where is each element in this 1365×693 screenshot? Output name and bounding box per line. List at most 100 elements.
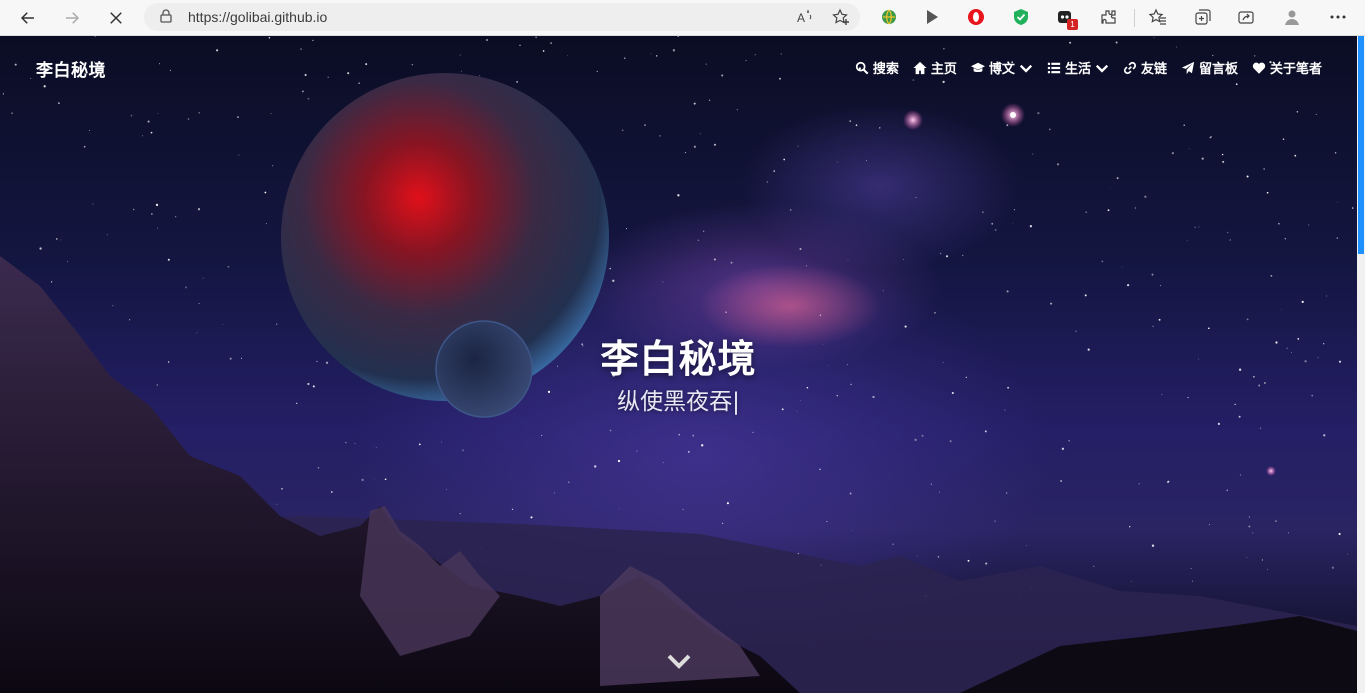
star — [1296, 110, 1299, 113]
extension-shield-icon — [1014, 9, 1028, 25]
star — [1222, 160, 1225, 163]
star — [708, 99, 711, 101]
site-title[interactable]: 李白秘境 — [36, 56, 106, 81]
share-button[interactable] — [1236, 7, 1256, 27]
nav-search[interactable]: 搜索 — [855, 58, 899, 77]
star — [1013, 209, 1015, 211]
page-scrollbar-thumb[interactable] — [1358, 36, 1364, 254]
star — [684, 152, 686, 154]
star — [58, 102, 60, 104]
main-nav: 搜索 主页 博文 生活 友链 留言板 关于笔者 — [855, 58, 1322, 77]
star — [636, 450, 638, 452]
extension-shield-button[interactable] — [1011, 7, 1031, 27]
star — [60, 239, 62, 241]
star — [851, 529, 853, 531]
star — [819, 468, 821, 471]
star — [721, 74, 724, 77]
star — [133, 208, 135, 211]
star — [1254, 55, 1256, 57]
star — [594, 465, 597, 468]
star — [705, 63, 707, 65]
share-icon — [1238, 11, 1254, 24]
star — [1226, 489, 1228, 491]
star — [984, 430, 987, 433]
star — [92, 203, 94, 205]
star — [411, 63, 414, 66]
star — [1191, 580, 1193, 582]
nav-home[interactable]: 主页 — [913, 58, 957, 77]
star — [799, 247, 802, 251]
star — [1085, 211, 1088, 214]
star — [462, 449, 464, 452]
star — [1138, 483, 1140, 485]
star — [330, 491, 333, 493]
more-icon — [1330, 15, 1346, 19]
address-bar[interactable]: https://golibai.github.io A — [144, 3, 860, 31]
star — [50, 281, 53, 283]
star — [535, 36, 537, 39]
star — [1032, 153, 1034, 155]
star — [736, 109, 738, 111]
star — [221, 324, 223, 325]
star — [682, 508, 684, 510]
star — [650, 53, 652, 55]
star — [169, 69, 171, 72]
star — [1266, 191, 1269, 194]
star — [1069, 41, 1072, 44]
favorites-icon — [1149, 8, 1166, 25]
star — [1107, 209, 1110, 212]
extension-play-button[interactable] — [922, 7, 942, 27]
star — [1190, 567, 1192, 570]
forward-button[interactable] — [60, 6, 84, 30]
nav-guestbook[interactable]: 留言板 — [1181, 58, 1238, 77]
star — [39, 247, 42, 250]
back-button[interactable] — [16, 6, 40, 30]
star — [187, 118, 190, 120]
star — [375, 447, 377, 449]
star — [30, 78, 32, 80]
graduation-cap-icon — [970, 62, 985, 72]
star — [1068, 440, 1070, 442]
lock-icon — [160, 9, 172, 23]
nav-links[interactable]: 友链 — [1123, 58, 1167, 77]
star — [1186, 239, 1188, 241]
extension-globe-button[interactable] — [879, 7, 899, 27]
scroll-down-chevron-icon[interactable] — [666, 650, 692, 672]
star — [268, 37, 271, 39]
profile-button[interactable] — [1282, 7, 1302, 27]
star — [1198, 226, 1200, 228]
stop-button[interactable] — [104, 6, 128, 30]
add-favorite-icon[interactable] — [832, 8, 850, 26]
star — [1029, 225, 1033, 228]
star — [1308, 224, 1310, 226]
extensions-button[interactable] — [1099, 7, 1119, 27]
nav-life[interactable]: 生活 — [1047, 58, 1109, 77]
star — [1048, 128, 1051, 131]
star — [780, 53, 782, 55]
hero-title: 李白秘境 — [600, 337, 757, 381]
nav-blog[interactable]: 博文 — [970, 58, 1033, 77]
collections-button[interactable] — [1193, 7, 1213, 27]
star — [930, 483, 932, 485]
star — [797, 145, 799, 147]
extension-opera-button[interactable] — [966, 7, 986, 27]
star — [276, 503, 278, 505]
star — [1323, 434, 1326, 437]
star — [1270, 274, 1273, 277]
nav-search-label: 搜索 — [872, 62, 899, 77]
star — [1326, 295, 1327, 297]
star — [56, 238, 58, 240]
star — [693, 102, 696, 105]
read-aloud-icon[interactable]: A — [796, 8, 814, 26]
nav-about[interactable]: 关于笔者 — [1252, 58, 1322, 77]
favorites-button[interactable] — [1148, 7, 1168, 27]
star — [677, 36, 680, 37]
more-button[interactable] — [1328, 7, 1348, 27]
nav-links-label: 友链 — [1140, 62, 1167, 77]
star — [1259, 427, 1262, 429]
star — [1252, 532, 1254, 534]
url-text[interactable]: https://golibai.github.io — [188, 9, 327, 25]
star — [1281, 309, 1282, 311]
star — [1267, 569, 1268, 571]
star — [2, 93, 5, 95]
